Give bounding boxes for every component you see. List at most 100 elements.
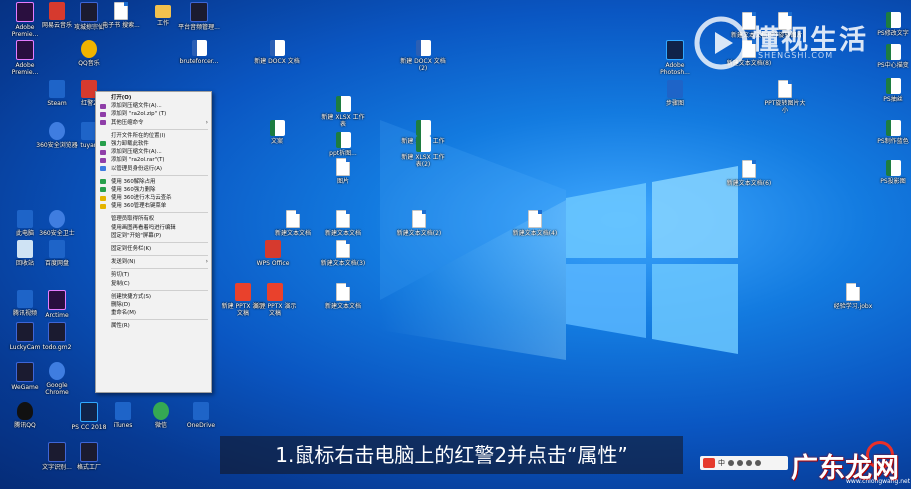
desktop-icon[interactable]: 百度网盘: [34, 240, 80, 267]
desktop-icon[interactable]: 平台音频管理...: [176, 2, 222, 31]
desktop-icon[interactable]: 新建文本文档(2): [396, 210, 442, 237]
keyboard-icon[interactable]: [746, 460, 752, 466]
desktop-icon-label: 经验学习.jobx: [833, 303, 873, 310]
context-menu-item[interactable]: 打开文件所在的位置(I): [96, 132, 211, 140]
desktop-icon[interactable]: OneDrive: [178, 402, 224, 429]
desktop-icon[interactable]: 电子书 搜索...: [98, 2, 144, 29]
context-menu-item[interactable]: 使用 360管理右键菜单: [96, 202, 211, 210]
context-menu-item[interactable]: 复制(C): [96, 280, 211, 288]
context-menu-item[interactable]: 以管理员身份运行(A): [96, 165, 211, 173]
word-icon: [415, 40, 431, 56]
app-pr-icon: [48, 290, 66, 310]
desktop-icon-label: PS投影图: [880, 178, 906, 185]
sogou-ime-icon[interactable]: [703, 458, 715, 468]
desktop-icon[interactable]: 新建文本文档(3): [320, 240, 366, 267]
context-menu-item[interactable]: 剪切(T): [96, 271, 211, 279]
context-menu-label: 使用 360管理右键菜单: [111, 203, 167, 210]
desktop-icon[interactable]: todo.gm2: [34, 322, 80, 351]
desktop-icon[interactable]: 新建文本文档(4): [512, 210, 558, 237]
desktop-icon[interactable]: Adobe Premie...: [2, 40, 48, 76]
desktop-icon-label: Arctime: [45, 312, 69, 319]
context-menu-label: 其他压缩命令: [111, 119, 144, 126]
app-dark-icon: [48, 322, 66, 342]
context-menu-item[interactable]: 固定到"开始"屏幕(P): [96, 232, 211, 240]
desktop-icon[interactable]: 格式工厂: [66, 442, 112, 471]
desktop-icon[interactable]: 新建 DOCX 文档: [254, 40, 300, 65]
desktop-icon[interactable]: 新建 PPTX 演示文稿: [220, 283, 266, 317]
pdf-icon: [235, 283, 251, 301]
context-menu-item[interactable]: 打开(O): [96, 94, 211, 102]
desktop-icon-label: 百度网盘: [44, 260, 69, 267]
desktop-icon[interactable]: PS修改文字: [870, 12, 911, 37]
desktop-icon[interactable]: WPS Office: [250, 240, 296, 267]
desktop-icon-label: PPT旋转图片大小: [764, 100, 806, 114]
context-menu-item[interactable]: 其他压缩命令 ›: [96, 119, 211, 127]
desktop-icon[interactable]: 360安全卫士: [34, 210, 80, 237]
context-menu-item[interactable]: 添加到 "ra2ol.zip" (T): [96, 110, 211, 118]
desktop-icon[interactable]: 经验学习.jobx: [830, 283, 876, 310]
context-menu-item[interactable]: 添加到压缩文件(A)...: [96, 148, 211, 156]
desktop-icon-label: WPS Office: [256, 260, 290, 267]
context-menu-label: 复制(C): [111, 280, 130, 287]
desktop-icon[interactable]: ppt拆图...: [320, 132, 366, 157]
desktop-icon[interactable]: 步骤图: [652, 80, 698, 107]
desktop-icon[interactable]: 新建 XLSX 工作表(2): [400, 136, 446, 168]
context-menu-label: 属性(R): [111, 323, 130, 330]
desktop-icon[interactable]: QQ音乐: [66, 40, 112, 67]
desktop-icon[interactable]: PS制作蓝色: [870, 120, 911, 145]
context-menu-item[interactable]: 固定到任务栏(K): [96, 245, 211, 253]
desktop-icon[interactable]: PPT旋转图片大小: [762, 80, 808, 114]
desktop-icon[interactable]: 新建 XLSX 工作表: [320, 96, 366, 128]
desktop-icon[interactable]: PS投影图: [870, 160, 911, 185]
desktop-icon[interactable]: Adobe Photosh...: [652, 40, 698, 76]
desktop-icon[interactable]: Google Chrome: [34, 362, 80, 396]
menu-separator: [111, 242, 208, 243]
context-menu-item[interactable]: 使用画图再看着吗进行编辑: [96, 224, 211, 232]
context-menu-item[interactable]: 属性(R): [96, 322, 211, 330]
context-menu-item[interactable]: 创建快捷方式(S): [96, 293, 211, 301]
settings-icon[interactable]: [755, 460, 761, 466]
desktop-icon[interactable]: 新建 DOCX 文档(2): [400, 40, 446, 72]
desktop-icon[interactable]: 新建文本文档(6): [726, 160, 772, 187]
context-menu-item[interactable]: 重命名(M): [96, 309, 211, 317]
context-menu-label: 删除(D): [111, 301, 131, 308]
desktop-icon[interactable]: 新建文本文档: [320, 283, 366, 310]
tray-dot-icon[interactable]: [728, 460, 734, 466]
desktop-icon[interactable]: PS抽丝: [870, 78, 911, 103]
context-menu-item[interactable]: 强力卸载此软件: [96, 140, 211, 148]
context-menu-label: 发送到(N): [111, 259, 136, 266]
context-menu-item[interactable]: 使用 360解除占用: [96, 178, 211, 186]
desktop-icon[interactable]: 腾讯QQ: [2, 402, 48, 429]
context-menu-item[interactable]: 添加到压缩文件(A)...: [96, 102, 211, 110]
logo-c-icon: [49, 122, 65, 140]
context-menu-item[interactable]: 添加到 "ra2ol.rar"(T): [96, 156, 211, 164]
microphone-icon[interactable]: [737, 460, 743, 466]
desktop-icon[interactable]: 图片: [320, 158, 366, 185]
app-ps-icon: [80, 402, 98, 422]
context-menu-item[interactable]: 删除(D): [96, 301, 211, 309]
rar-icon: [100, 111, 106, 117]
context-menu-label: 使用 360解除占用: [111, 178, 156, 185]
context-menu-label: 管理员取得所有权: [111, 216, 155, 223]
chevron-right-icon: ›: [205, 118, 208, 126]
context-menu-item[interactable]: 使用 360强力删除: [96, 186, 211, 194]
desktop-icon-label: 新建 XLSX 工作表(2): [401, 154, 445, 168]
context-menu-item[interactable]: 发送到(N) ›: [96, 258, 211, 266]
desktop-icon[interactable]: bruteforcer...: [176, 40, 222, 65]
desktop-icon[interactable]: Arctime: [34, 290, 80, 319]
desktop-icon[interactable]: PS中心描变: [870, 44, 911, 69]
desktop-icon[interactable]: 新建文本文档: [270, 210, 316, 237]
desktop-icon[interactable]: 新建文本文档: [320, 210, 366, 237]
ime-mode-label[interactable]: 中: [718, 458, 725, 468]
context-menu-label: 使用 360强力删除: [111, 186, 156, 193]
excel-icon: [885, 44, 901, 60]
z360-icon: [100, 179, 106, 185]
desktop-icon[interactable]: 文案: [254, 120, 300, 145]
app-dark-icon: [80, 2, 98, 22]
tutorial-caption: 1.鼠标右击电脑上的红警2并点击“属性”: [220, 436, 683, 474]
context-menu-item[interactable]: 使用 360进行木马云查杀: [96, 194, 211, 202]
context-menu-item[interactable]: 管理员取得所有权: [96, 215, 211, 223]
desktop-icon-label: 电子书 搜索...: [102, 22, 140, 29]
app-red-icon: [49, 2, 65, 20]
y-icon: [100, 195, 106, 201]
